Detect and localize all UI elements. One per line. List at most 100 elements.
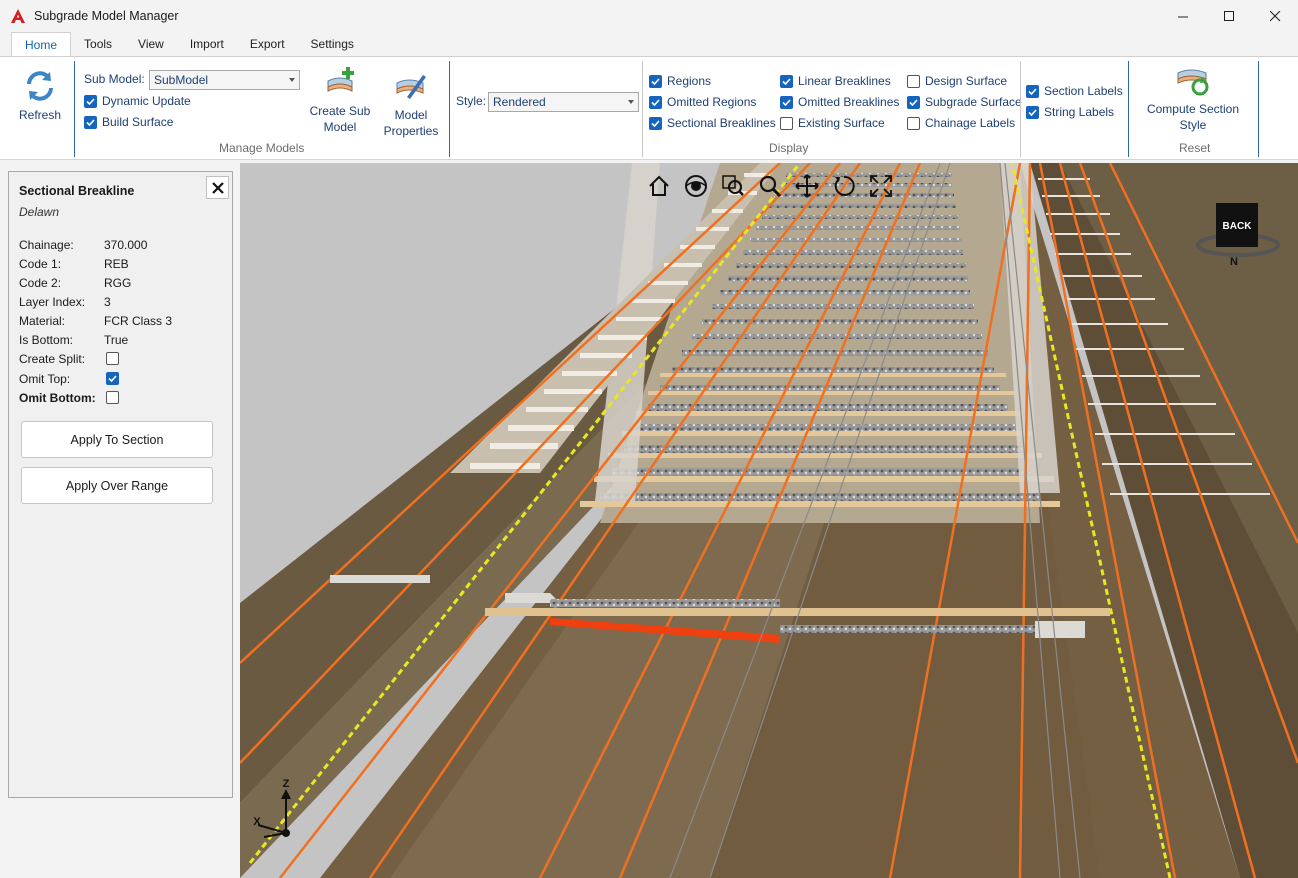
3d-viewport[interactable]: BACK N Z X: [240, 163, 1298, 878]
model-properties-button[interactable]: Model Properties: [380, 69, 442, 139]
manage-models-group-label: Manage Models: [219, 141, 305, 155]
refresh-label: Refresh: [18, 108, 62, 122]
omitted-breaklines-checkbox[interactable]: Omitted Breaklines: [780, 93, 899, 111]
string-labels-label: String Labels: [1044, 105, 1115, 119]
property-label: Code 2:: [19, 276, 62, 290]
property-label: Layer Index:: [19, 295, 86, 309]
omit-top-label: Omit Top:: [19, 372, 71, 386]
model-properties-label-2: Properties: [383, 124, 439, 138]
chainage-labels-checkbox[interactable]: Chainage Labels: [907, 114, 1015, 132]
linear-breaklines-checkbox[interactable]: Linear Breaklines: [780, 72, 891, 90]
refresh-button[interactable]: Refresh: [14, 69, 66, 123]
tab-tools[interactable]: Tools: [71, 32, 125, 56]
close-icon: [211, 181, 224, 194]
property-value: 370.000: [104, 238, 148, 252]
zoom-extents-button[interactable]: [864, 173, 897, 199]
ribbon-separator: [1020, 61, 1021, 157]
design-surface-label: Design Surface: [925, 74, 1008, 88]
checkbox-checked-icon: [649, 95, 662, 109]
model-properties-label-1: Model: [394, 108, 428, 122]
axis-triad: Z X: [248, 775, 308, 845]
panel-title: Sectional Breakline: [19, 184, 135, 198]
property-value: RGG: [104, 276, 132, 290]
close-window-button[interactable]: [1252, 0, 1298, 32]
ribbon-tabs: Home Tools View Import Export Settings: [0, 32, 1298, 56]
checkbox-checked-icon: [1026, 84, 1039, 98]
subgrade-surface-label: Subgrade Surface: [925, 95, 1022, 109]
rotate-button[interactable]: [827, 173, 860, 199]
section-labels-checkbox[interactable]: Section Labels: [1026, 82, 1123, 100]
zoom-window-button[interactable]: [716, 173, 749, 199]
zoom-button[interactable]: [753, 173, 786, 199]
property-value: True: [104, 333, 129, 347]
orbit-button[interactable]: [679, 173, 712, 199]
omitted-regions-label: Omitted Regions: [667, 95, 757, 109]
pan-icon: [794, 174, 819, 198]
dynamic-update-checkbox[interactable]: Dynamic Update: [84, 92, 191, 110]
property-label: Chainage:: [19, 238, 74, 252]
rotate-icon: [834, 175, 855, 196]
ribbon-separator: [1128, 61, 1129, 157]
window-title: Subgrade Model Manager: [34, 9, 179, 23]
apply-over-range-button[interactable]: Apply Over Range: [21, 467, 213, 504]
regions-checkbox[interactable]: Regions: [649, 72, 711, 90]
subgrade-surface-checkbox[interactable]: Subgrade Surface: [907, 93, 1022, 111]
view-cube[interactable]: BACK N: [1192, 199, 1284, 269]
omitted-regions-checkbox[interactable]: Omitted Regions: [649, 93, 756, 111]
sectional-breaklines-checkbox[interactable]: Sectional Breaklines: [649, 114, 776, 132]
sub-model-select[interactable]: SubModel: [149, 70, 300, 90]
checkmark-icon: [108, 375, 117, 383]
create-sub-model-icon: [327, 67, 354, 92]
subgrade-model-scene: [240, 163, 1298, 878]
compute-section-style-label-2: Style: [1179, 118, 1207, 132]
checkbox-checked-icon: [780, 95, 793, 109]
omit-bottom-label: Omit Bottom:: [19, 391, 96, 405]
checkbox-checked-icon: [1026, 105, 1039, 119]
maximize-icon: [1223, 10, 1234, 21]
style-select[interactable]: Rendered: [488, 92, 639, 112]
create-split-checkbox[interactable]: [106, 352, 119, 365]
create-split-label: Create Split:: [19, 352, 86, 366]
checkbox-checked-icon: [907, 95, 920, 109]
property-label: Code 1:: [19, 257, 62, 271]
tab-settings[interactable]: Settings: [298, 32, 367, 56]
axis-z-label: Z: [283, 778, 290, 790]
create-sub-model-label-2: Model: [323, 120, 357, 134]
dynamic-update-label: Dynamic Update: [102, 94, 191, 108]
build-surface-checkbox[interactable]: Build Surface: [84, 113, 173, 131]
orbit-eye-icon: [684, 175, 707, 197]
apply-to-section-button[interactable]: Apply To Section: [21, 421, 213, 458]
minimize-button[interactable]: [1160, 0, 1206, 32]
panel-close-button[interactable]: [206, 176, 229, 199]
checkbox-checked-icon: [649, 116, 662, 130]
pan-button[interactable]: [790, 173, 823, 199]
ribbon-separator: [449, 61, 450, 157]
chevron-down-icon: [628, 100, 634, 104]
sub-model-value: SubModel: [154, 73, 209, 87]
zoom-icon: [759, 175, 781, 198]
tab-home[interactable]: Home: [11, 32, 72, 56]
maximize-button[interactable]: [1206, 0, 1252, 32]
refresh-icon: [27, 71, 53, 101]
property-value: 3: [104, 295, 111, 309]
existing-surface-checkbox[interactable]: Existing Surface: [780, 114, 885, 132]
compute-section-style-icon: [1177, 69, 1209, 96]
home-view-button[interactable]: [642, 173, 675, 199]
create-sub-model-button[interactable]: Create Sub Model: [308, 65, 372, 135]
property-label: Is Bottom:: [19, 333, 74, 347]
ribbon-separator: [1258, 61, 1259, 157]
reset-group-label: Reset: [1179, 141, 1211, 155]
minimize-icon: [1177, 16, 1188, 17]
view-cube-icon: BACK N: [1196, 203, 1280, 268]
omit-bottom-checkbox[interactable]: [106, 391, 119, 404]
compute-section-style-label-1: Compute Section: [1146, 102, 1240, 116]
existing-surface-label: Existing Surface: [798, 116, 885, 130]
tab-view[interactable]: View: [125, 32, 177, 56]
tab-export[interactable]: Export: [237, 32, 298, 56]
design-surface-checkbox[interactable]: Design Surface: [907, 72, 1007, 90]
omit-top-checkbox[interactable]: [106, 372, 119, 385]
compute-section-style-button[interactable]: Compute Section Style: [1143, 65, 1243, 133]
tab-import[interactable]: Import: [177, 32, 237, 56]
ribbon-separator: [642, 61, 643, 157]
string-labels-checkbox[interactable]: String Labels: [1026, 103, 1114, 121]
